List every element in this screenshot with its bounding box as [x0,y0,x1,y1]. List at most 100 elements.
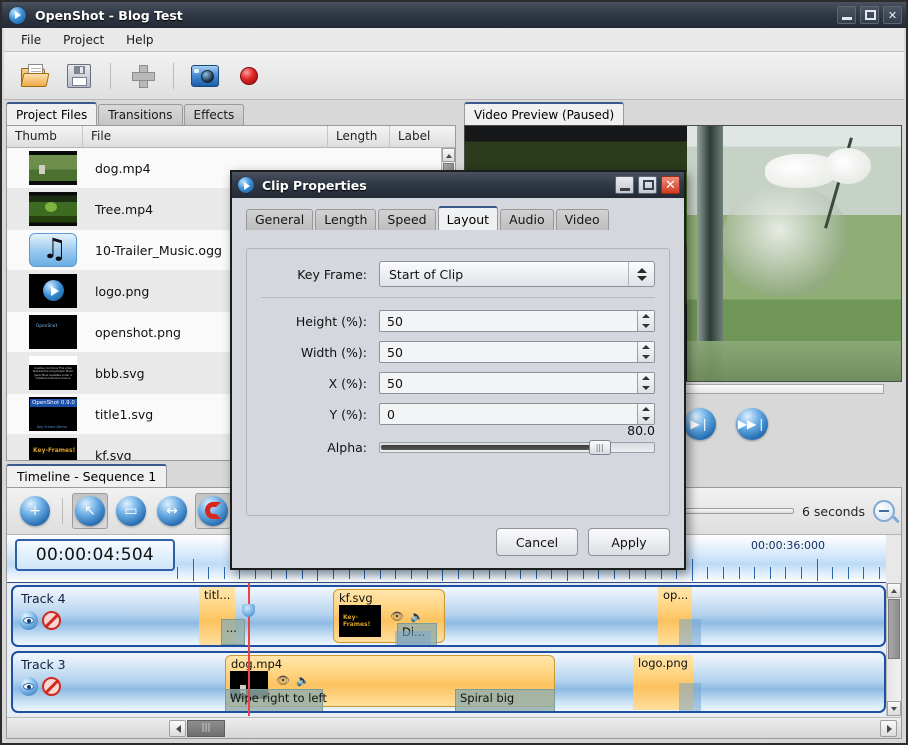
plus-icon: + [20,496,50,526]
x-input[interactable]: 50 [379,372,655,394]
alpha-fill [381,445,594,450]
add-track-button[interactable]: + [17,493,53,529]
menu-file[interactable]: File [12,30,50,50]
scroll-down-icon[interactable] [887,701,901,716]
scroll-right-icon[interactable] [880,720,897,737]
transition-item[interactable]: ... [221,619,245,645]
dialog-buttons: Cancel Apply [496,528,670,556]
snap-magnet-button[interactable] [195,493,231,529]
maximize-button[interactable] [860,6,879,24]
mute-icon[interactable] [42,677,61,696]
y-input[interactable]: 0 [379,403,655,425]
left-panel-tabs: Project Files Transitions Effects [6,102,245,125]
column-label[interactable]: Label [390,126,452,147]
alpha-slider[interactable]: 80.0 [379,439,655,455]
zoom-level-label: 6 seconds [802,504,865,519]
tab-effects[interactable]: Effects [184,104,245,125]
save-project-button[interactable] [60,57,98,95]
track-icons [19,611,61,630]
height-value: 50 [380,314,403,329]
tab-transitions[interactable]: Transitions [98,104,182,125]
chevron-updown-icon[interactable] [628,262,654,286]
transition-item[interactable]: Spiral big [455,689,555,712]
tab-speed[interactable]: Speed [378,209,435,230]
tab-audio[interactable]: Audio [500,209,554,230]
tab-video[interactable]: Video [556,209,609,230]
alpha-label: Alpha: [261,440,379,455]
magnet-icon [198,496,228,526]
clip-label: dog.mp4 [231,657,282,671]
tab-project-files[interactable]: Project Files [6,102,97,125]
minimize-button[interactable] [837,6,856,24]
menu-project[interactable]: Project [54,30,113,50]
tab-length[interactable]: Length [315,209,376,230]
select-tool-button[interactable]: ↖ [72,493,108,529]
track-4[interactable]: Track 4 titl... ... kf.svg 👁 🔈 [11,585,886,647]
track-3[interactable]: Track 3 dog.mp4 👁 🔈 Wipe right to left S… [11,651,886,713]
y-stepper[interactable] [637,404,654,424]
tab-layout[interactable]: Layout [438,206,499,230]
menu-help[interactable]: Help [117,30,162,50]
transition-item[interactable]: Wipe right to left [225,689,323,712]
column-thumb[interactable]: Thumb [7,126,83,147]
import-image-button[interactable] [186,57,224,95]
height-row: Height (%): 50 [261,310,655,332]
height-input[interactable]: 50 [379,310,655,332]
main-toolbar [4,52,904,100]
close-button[interactable]: ✕ [883,6,902,24]
playhead-handle[interactable] [242,604,255,617]
width-input[interactable]: 50 [379,341,655,363]
tab-general[interactable]: General [246,209,313,230]
dialog-minimize-button[interactable] [615,176,634,194]
razor-tool-button[interactable]: ▭ [113,493,149,529]
eye-icon[interactable] [19,677,38,696]
scroll-up-icon[interactable] [887,583,901,598]
clip-overlap-marker [679,683,701,711]
tab-timeline[interactable]: Timeline - Sequence 1 [6,464,167,487]
height-stepper[interactable] [637,311,654,331]
menubar: File Project Help [4,28,904,52]
mute-icon[interactable] [42,611,61,630]
record-button[interactable] [230,57,268,95]
openshot-logo-icon [238,177,254,193]
transition-label: Spiral big [460,691,514,705]
key-frame-select[interactable]: Start of Clip [379,261,655,287]
transition-label: Wipe right to left [230,691,327,705]
column-length[interactable]: Length [328,126,390,147]
dialog-maximize-button[interactable] [638,176,657,194]
eye-icon[interactable] [19,611,38,630]
record-dot-icon [240,67,258,85]
column-file[interactable]: File [83,126,328,147]
file-name: openshot.png [95,325,181,340]
alpha-knob[interactable] [589,440,611,455]
width-stepper[interactable] [637,342,654,362]
cancel-button[interactable]: Cancel [496,528,578,556]
track-icons [19,677,61,696]
timeline-horizontal-scrollbar[interactable] [7,717,901,738]
resize-tool-button[interactable]: ↔ [154,493,190,529]
skip-end-button[interactable]: ▶▶❘ [736,408,768,440]
playhead-line[interactable] [248,583,250,716]
tab-video-preview[interactable]: Video Preview (Paused) [464,102,624,125]
plus-glyph: + [20,496,50,526]
scroll-up-icon[interactable] [442,148,455,162]
skip-end-icon: ▶▶❘ [736,408,768,440]
scrollbar-thumb[interactable] [187,720,225,737]
scrollbar-thumb[interactable] [888,599,900,659]
next-marker-button[interactable]: ▶❘ [684,408,716,440]
apply-button[interactable]: Apply [588,528,670,556]
x-label: X (%): [261,376,379,391]
open-project-button[interactable] [16,57,54,95]
y-value: 0 [380,407,395,422]
zoom-slider[interactable] [676,508,794,514]
zoom-out-icon[interactable] [873,500,895,522]
dialog-close-button[interactable]: ✕ [661,176,680,194]
timeline-vertical-scrollbar[interactable] [886,583,901,716]
preview-dog-head [825,148,871,184]
x-stepper[interactable] [637,373,654,393]
open-folder-icon [21,64,49,88]
resize-arrows-icon: ↔ [157,496,187,526]
add-files-button[interactable] [123,57,161,95]
scroll-left-icon[interactable] [169,720,186,737]
file-name: bbb.svg [95,366,145,381]
